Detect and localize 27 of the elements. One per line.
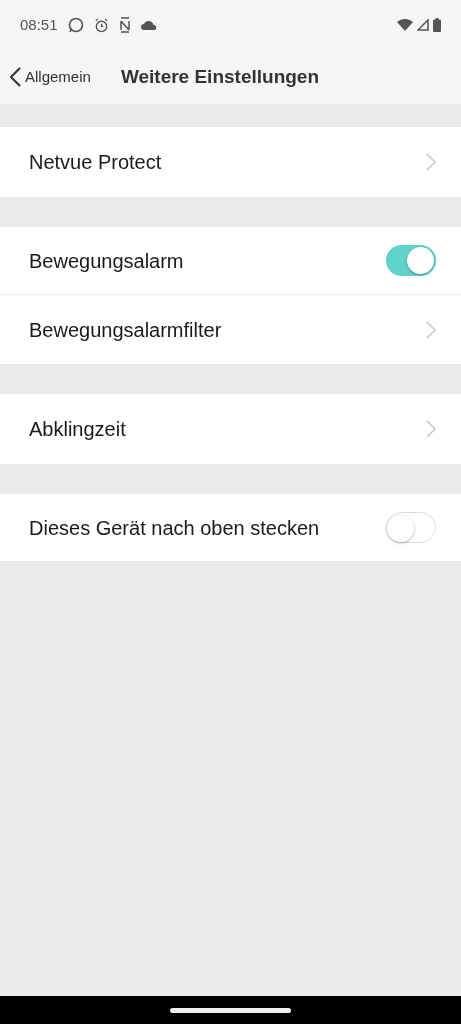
chevron-right-icon [426, 420, 436, 438]
n-icon [118, 17, 131, 33]
page-title: Weitere Einstellungen [120, 64, 319, 89]
settings-row[interactable]: Netvue Protect [0, 127, 461, 197]
battery-icon [433, 18, 441, 32]
chevron-right-icon [426, 153, 436, 171]
signal-icon [417, 19, 429, 31]
settings-row[interactable]: Abklingzeit [0, 394, 461, 464]
back-button[interactable]: Allgemein [10, 65, 91, 89]
home-indicator[interactable] [170, 1007, 291, 1013]
status-time: 08:51 [20, 14, 58, 35]
row-label: Netvue Protect [29, 150, 162, 175]
row-label: Dieses Gerät nach oben stecken [29, 515, 320, 541]
toggle-switch[interactable] [386, 512, 436, 543]
chat-icon [67, 17, 84, 33]
row-label: Bewegungsalarmfilter [29, 317, 222, 343]
wifi-icon [397, 19, 413, 31]
settings-row[interactable]: Dieses Gerät nach oben stecken [0, 494, 461, 561]
settings-row[interactable]: Bewegungsalarm [0, 227, 461, 294]
row-label: Abklingzeit [29, 417, 126, 442]
row-label: Bewegungsalarm [29, 248, 184, 274]
chevron-right-icon [426, 320, 436, 339]
cloud-icon [140, 20, 157, 30]
alarm-icon [93, 17, 109, 33]
toggle-switch[interactable] [386, 245, 436, 276]
settings-row[interactable]: Bewegungsalarmfilter [0, 294, 461, 364]
back-icon [10, 67, 21, 87]
